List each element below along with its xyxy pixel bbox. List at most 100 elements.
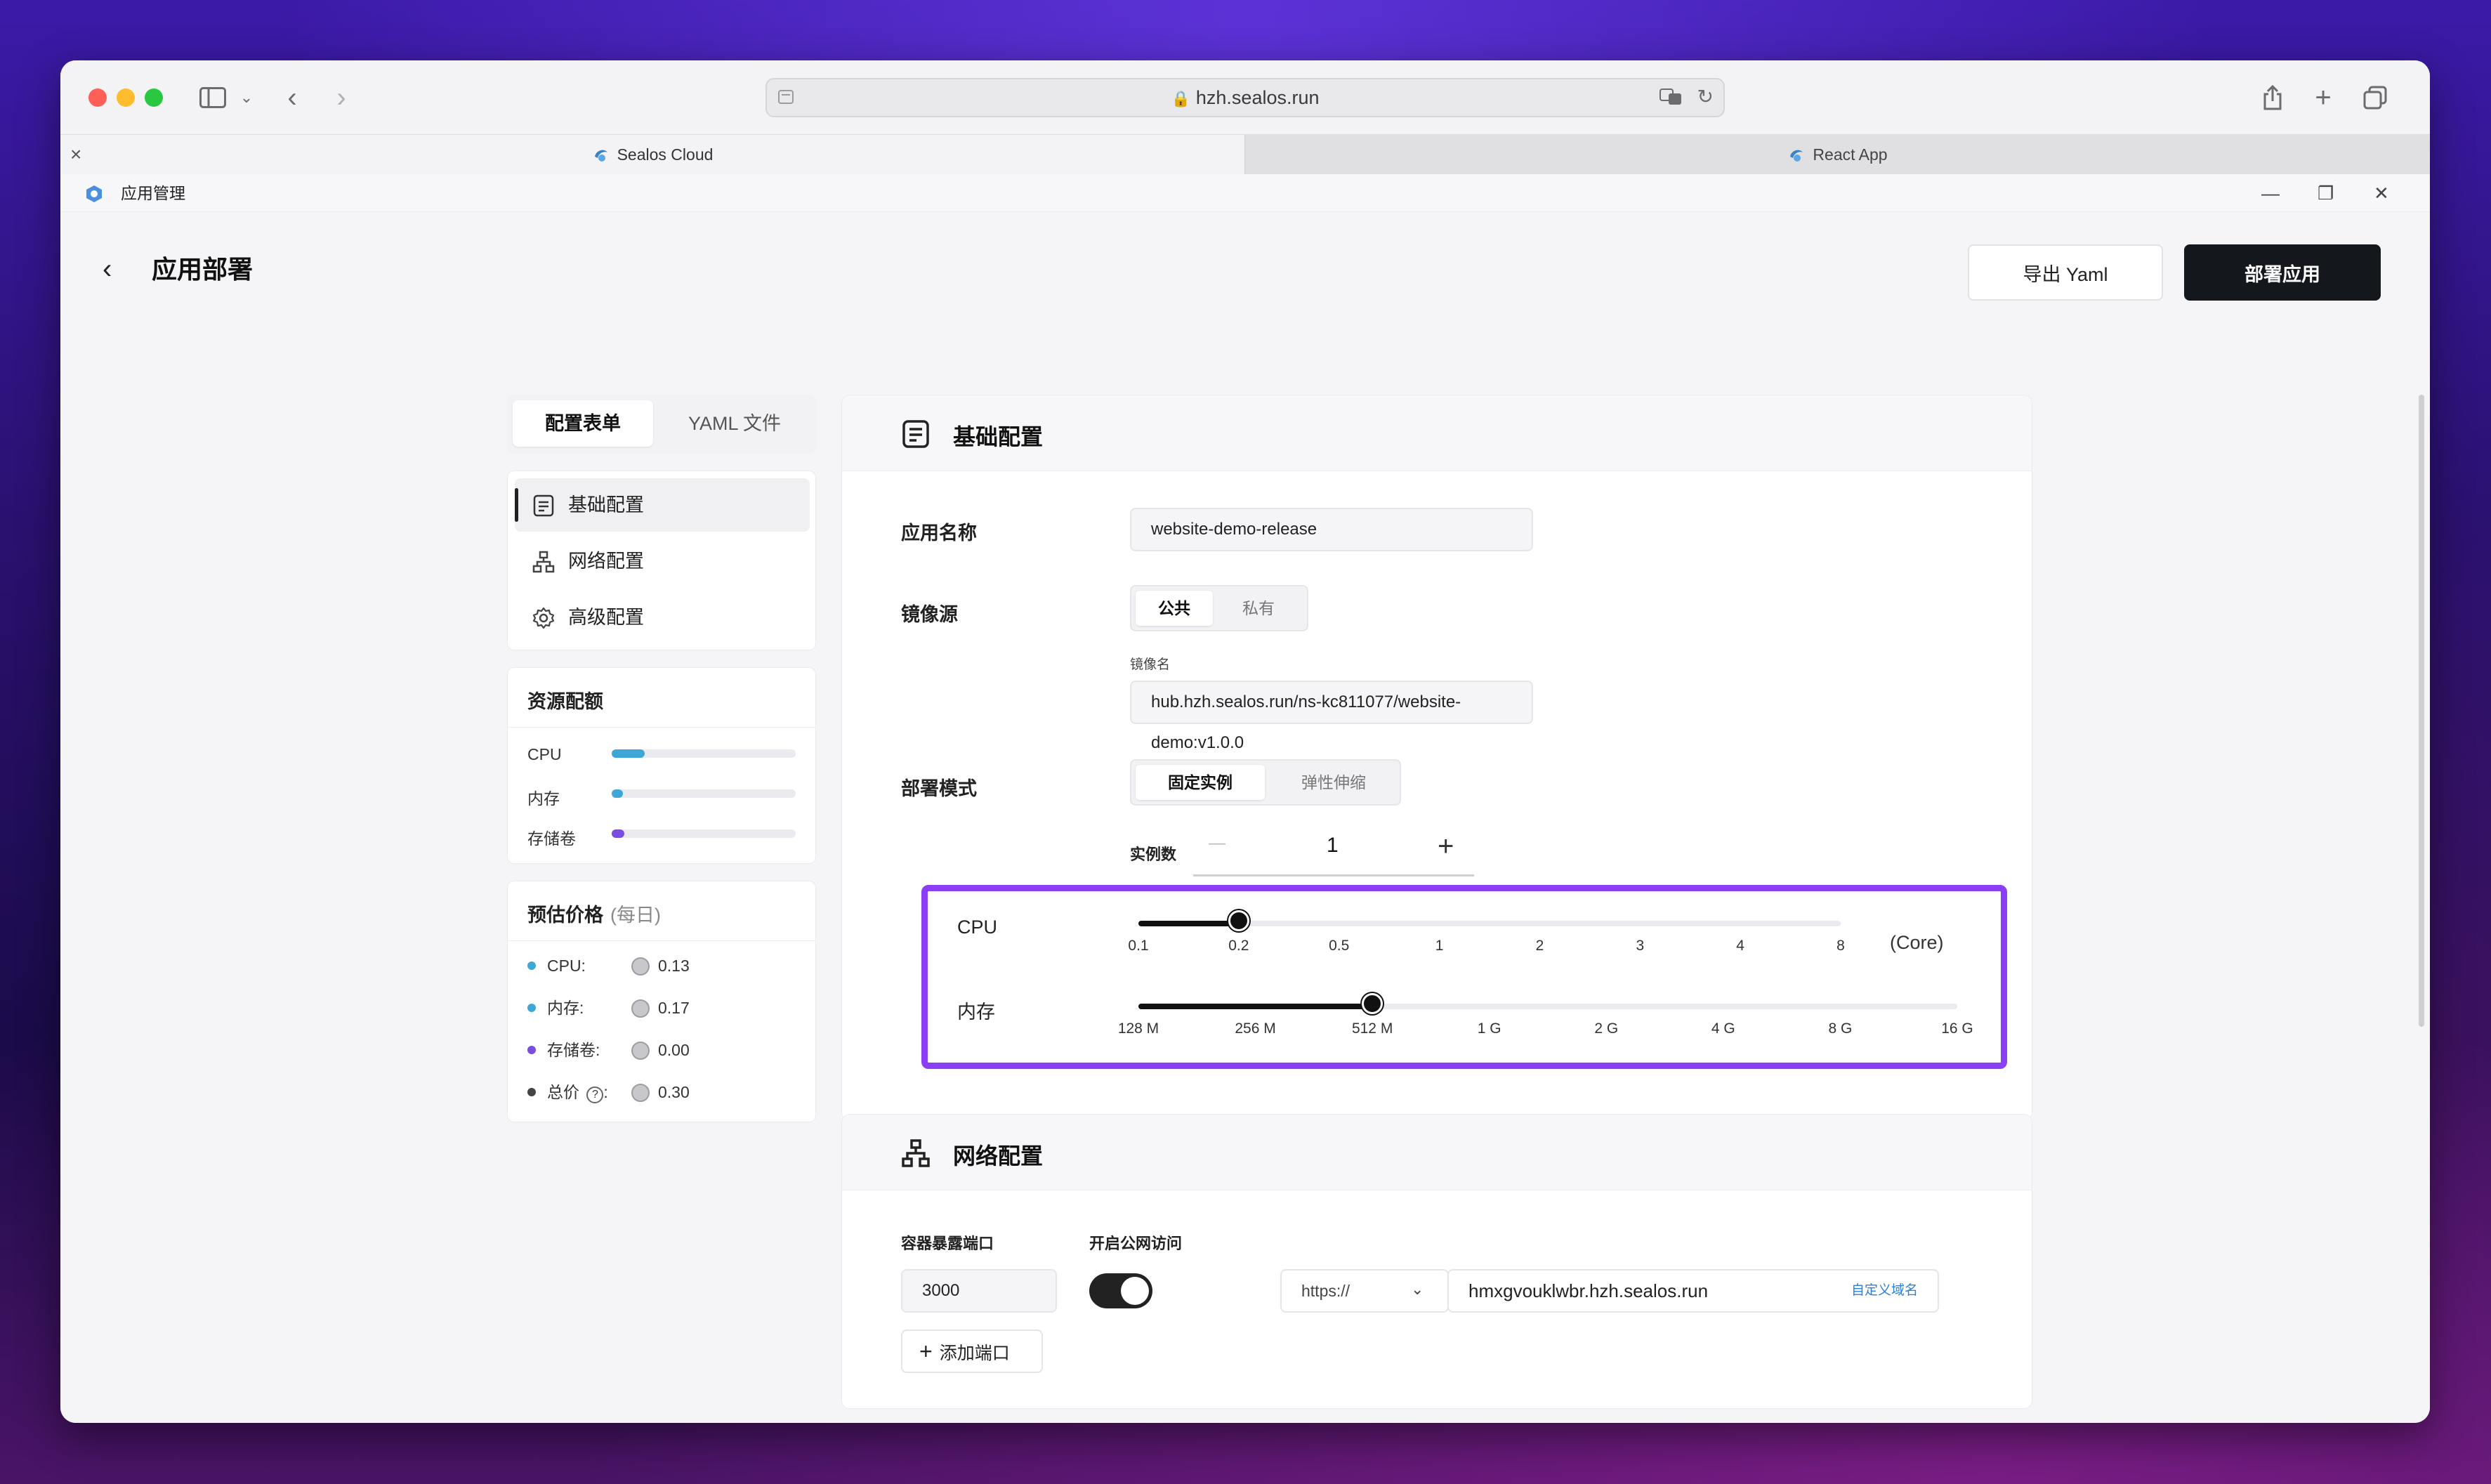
port-input[interactable]: 3000 (901, 1269, 1057, 1313)
resource-slider-highlight: CPU 0.1 0.2 0.5 1 2 3 4 8 (Core) 内存 128 M 256 M 5… (921, 885, 2007, 1069)
price-row-cpu: CPU: 0.13 (527, 952, 794, 980)
export-yaml-button[interactable]: 导出 Yaml (1968, 244, 2163, 301)
slider-tick-label: 8 (1836, 938, 1845, 954)
page-title: 应用部署 (152, 255, 254, 284)
url-text: hzh.sealos.run (1195, 87, 1320, 108)
nav-label: 基础配置 (568, 494, 644, 516)
slider-tick-label: 0.5 (1329, 938, 1350, 954)
document-icon (902, 420, 929, 448)
resource-bar (612, 829, 796, 838)
instances-label: 实例数 (1130, 846, 1177, 863)
plus-icon: + (919, 1339, 933, 1364)
app-name-input[interactable]: website-demo-release (1130, 508, 1533, 551)
slider-tick-label: 1 (1435, 938, 1444, 954)
deploy-mode-label: 部署模式 (901, 778, 977, 799)
coin-icon (631, 957, 650, 976)
coin-icon (631, 1084, 650, 1102)
app-name-label: 应用名称 (901, 523, 977, 544)
browser-toolbar: ⌄ ‹ › 🔒 hzh.sealos.run ↻ + (60, 60, 2430, 135)
public-access-toggle[interactable] (1089, 1273, 1152, 1308)
tab-config-form[interactable]: 配置表单 (513, 400, 653, 447)
close-icon[interactable]: ✕ (2374, 174, 2389, 212)
zoom-window-button[interactable] (145, 88, 163, 107)
resource-quota-title: 资源配额 (527, 691, 603, 712)
section-nav: 基础配置 网络配置 高级配置 (507, 471, 816, 650)
tab-bar: × Sealos Cloud React App (60, 135, 2430, 174)
image-source-toggle: 公共 私有 (1130, 585, 1308, 631)
slider-tick-label: 2 G (1594, 1020, 1619, 1037)
slider-tick-label: 0.1 (1128, 938, 1149, 954)
minimize-window-button[interactable] (117, 88, 135, 107)
tab-sealos-cloud[interactable]: × Sealos Cloud (60, 135, 1244, 174)
nav-label: 高级配置 (568, 607, 644, 628)
minimize-icon[interactable]: — (2261, 174, 2280, 212)
network-config-card: 网络配置 容器暴露端口 3000 开启公网访问 https://⌄ hmxgvo… (841, 1114, 2032, 1409)
deploy-mode-fixed[interactable]: 固定实例 (1136, 765, 1265, 800)
share-icon[interactable] (2259, 79, 2287, 117)
slider-tick-label: 1 G (1477, 1020, 1501, 1037)
sidebar-toggle-icon[interactable] (195, 79, 230, 117)
slider-tick-label: 4 G (1711, 1020, 1735, 1037)
tab-react-app[interactable]: React App (1244, 135, 2430, 174)
basic-config-title: 基础配置 (953, 424, 1044, 449)
app-titlebar: 应用管理 — ❐ ✕ (60, 174, 2430, 212)
add-port-button[interactable]: + 添加端口 (901, 1329, 1043, 1373)
memory-slider-thumb[interactable] (1362, 993, 1383, 1014)
network-icon (532, 551, 555, 573)
address-bar[interactable]: 🔒 hzh.sealos.run ↻ (765, 78, 1725, 117)
protocol-select[interactable]: https://⌄ (1280, 1269, 1449, 1313)
deploy-app-button[interactable]: 部署应用 (2184, 244, 2381, 301)
cpu-unit-label: (Core) (1890, 932, 1944, 953)
network-icon (902, 1139, 930, 1167)
coin-icon (631, 999, 650, 1018)
forward-arrow-icon[interactable]: › (327, 79, 355, 117)
tab-overview-icon[interactable] (2361, 79, 2389, 117)
image-source-public[interactable]: 公共 (1136, 591, 1213, 626)
sealos-favicon-icon (1790, 150, 1803, 162)
nav-basic-config[interactable]: 基础配置 (515, 478, 810, 532)
slider-tick-label: 512 M (1351, 1020, 1393, 1037)
slider-tick-label: 2 (1535, 938, 1544, 954)
nav-advanced-config[interactable]: 高级配置 (515, 591, 810, 644)
reload-icon[interactable]: ↻ (1697, 85, 1714, 108)
app-title: 应用管理 (121, 184, 185, 202)
image-source-private[interactable]: 私有 (1220, 591, 1297, 626)
network-config-title: 网络配置 (953, 1143, 1044, 1169)
page-scrollbar[interactable] (2419, 395, 2424, 1027)
back-arrow-icon[interactable]: ‹ (278, 79, 306, 117)
deploy-mode-toggle: 固定实例 弹性伸缩 (1130, 759, 1401, 806)
resource-bar (612, 749, 796, 758)
slider-tick-label: 256 M (1235, 1020, 1276, 1037)
tab-yaml-file[interactable]: YAML 文件 (659, 400, 810, 447)
slider-tick-label: 16 G (1941, 1020, 1973, 1037)
price-row-total: 总价 ?: 0.30 (527, 1078, 794, 1106)
slider-tick-label: 0.2 (1228, 938, 1249, 954)
translate-icon[interactable] (1659, 86, 1684, 107)
memory-slider-fill (1138, 1004, 1373, 1009)
decrement-button[interactable]: — (1209, 834, 1225, 853)
help-icon[interactable]: ? (586, 1086, 604, 1103)
increment-button[interactable]: + (1438, 831, 1454, 862)
image-name-input[interactable]: hub.hzh.sealos.run/ns-kc811077/website-d… (1130, 681, 1533, 752)
new-tab-icon[interactable]: + (2309, 79, 2337, 117)
cpu-slider-fill (1138, 921, 1239, 926)
memory-slider[interactable]: 128 M 256 M 512 M 1 G 2 G 4 G 8 G 16 G (1118, 993, 1973, 1058)
cpu-slider[interactable]: 0.1 0.2 0.5 1 2 3 4 8 (1128, 910, 1845, 976)
deploy-mode-autoscale[interactable]: 弹性伸缩 (1269, 765, 1398, 800)
back-button[interactable]: ‹ (103, 251, 112, 287)
restore-icon[interactable]: ❐ (2318, 174, 2334, 212)
nav-network-config[interactable]: 网络配置 (515, 534, 810, 588)
chevron-down-icon[interactable]: ⌄ (236, 79, 257, 117)
close-window-button[interactable] (88, 88, 107, 107)
domain-field[interactable]: hmxgvouklwbr.hzh.sealos.run 自定义域名 (1447, 1269, 1939, 1313)
coin-icon (631, 1042, 650, 1060)
tab-close-icon[interactable]: × (70, 135, 81, 174)
cpu-slider-thumb[interactable] (1228, 910, 1249, 931)
price-title: 预估价格 (每日) (527, 905, 661, 926)
image-source-label: 镜像源 (901, 604, 958, 625)
instances-value[interactable]: 1 (1327, 834, 1339, 858)
mode-tabs: 配置表单 YAML 文件 (507, 395, 816, 454)
custom-domain-link[interactable]: 自定义域名 (1851, 1270, 1918, 1311)
page-content: ‹ 应用部署 导出 Yaml 部署应用 配置表单 YAML 文件 基础配置 网络… (60, 212, 2430, 1423)
price-row-storage: 存储卷: 0.00 (527, 1036, 794, 1064)
